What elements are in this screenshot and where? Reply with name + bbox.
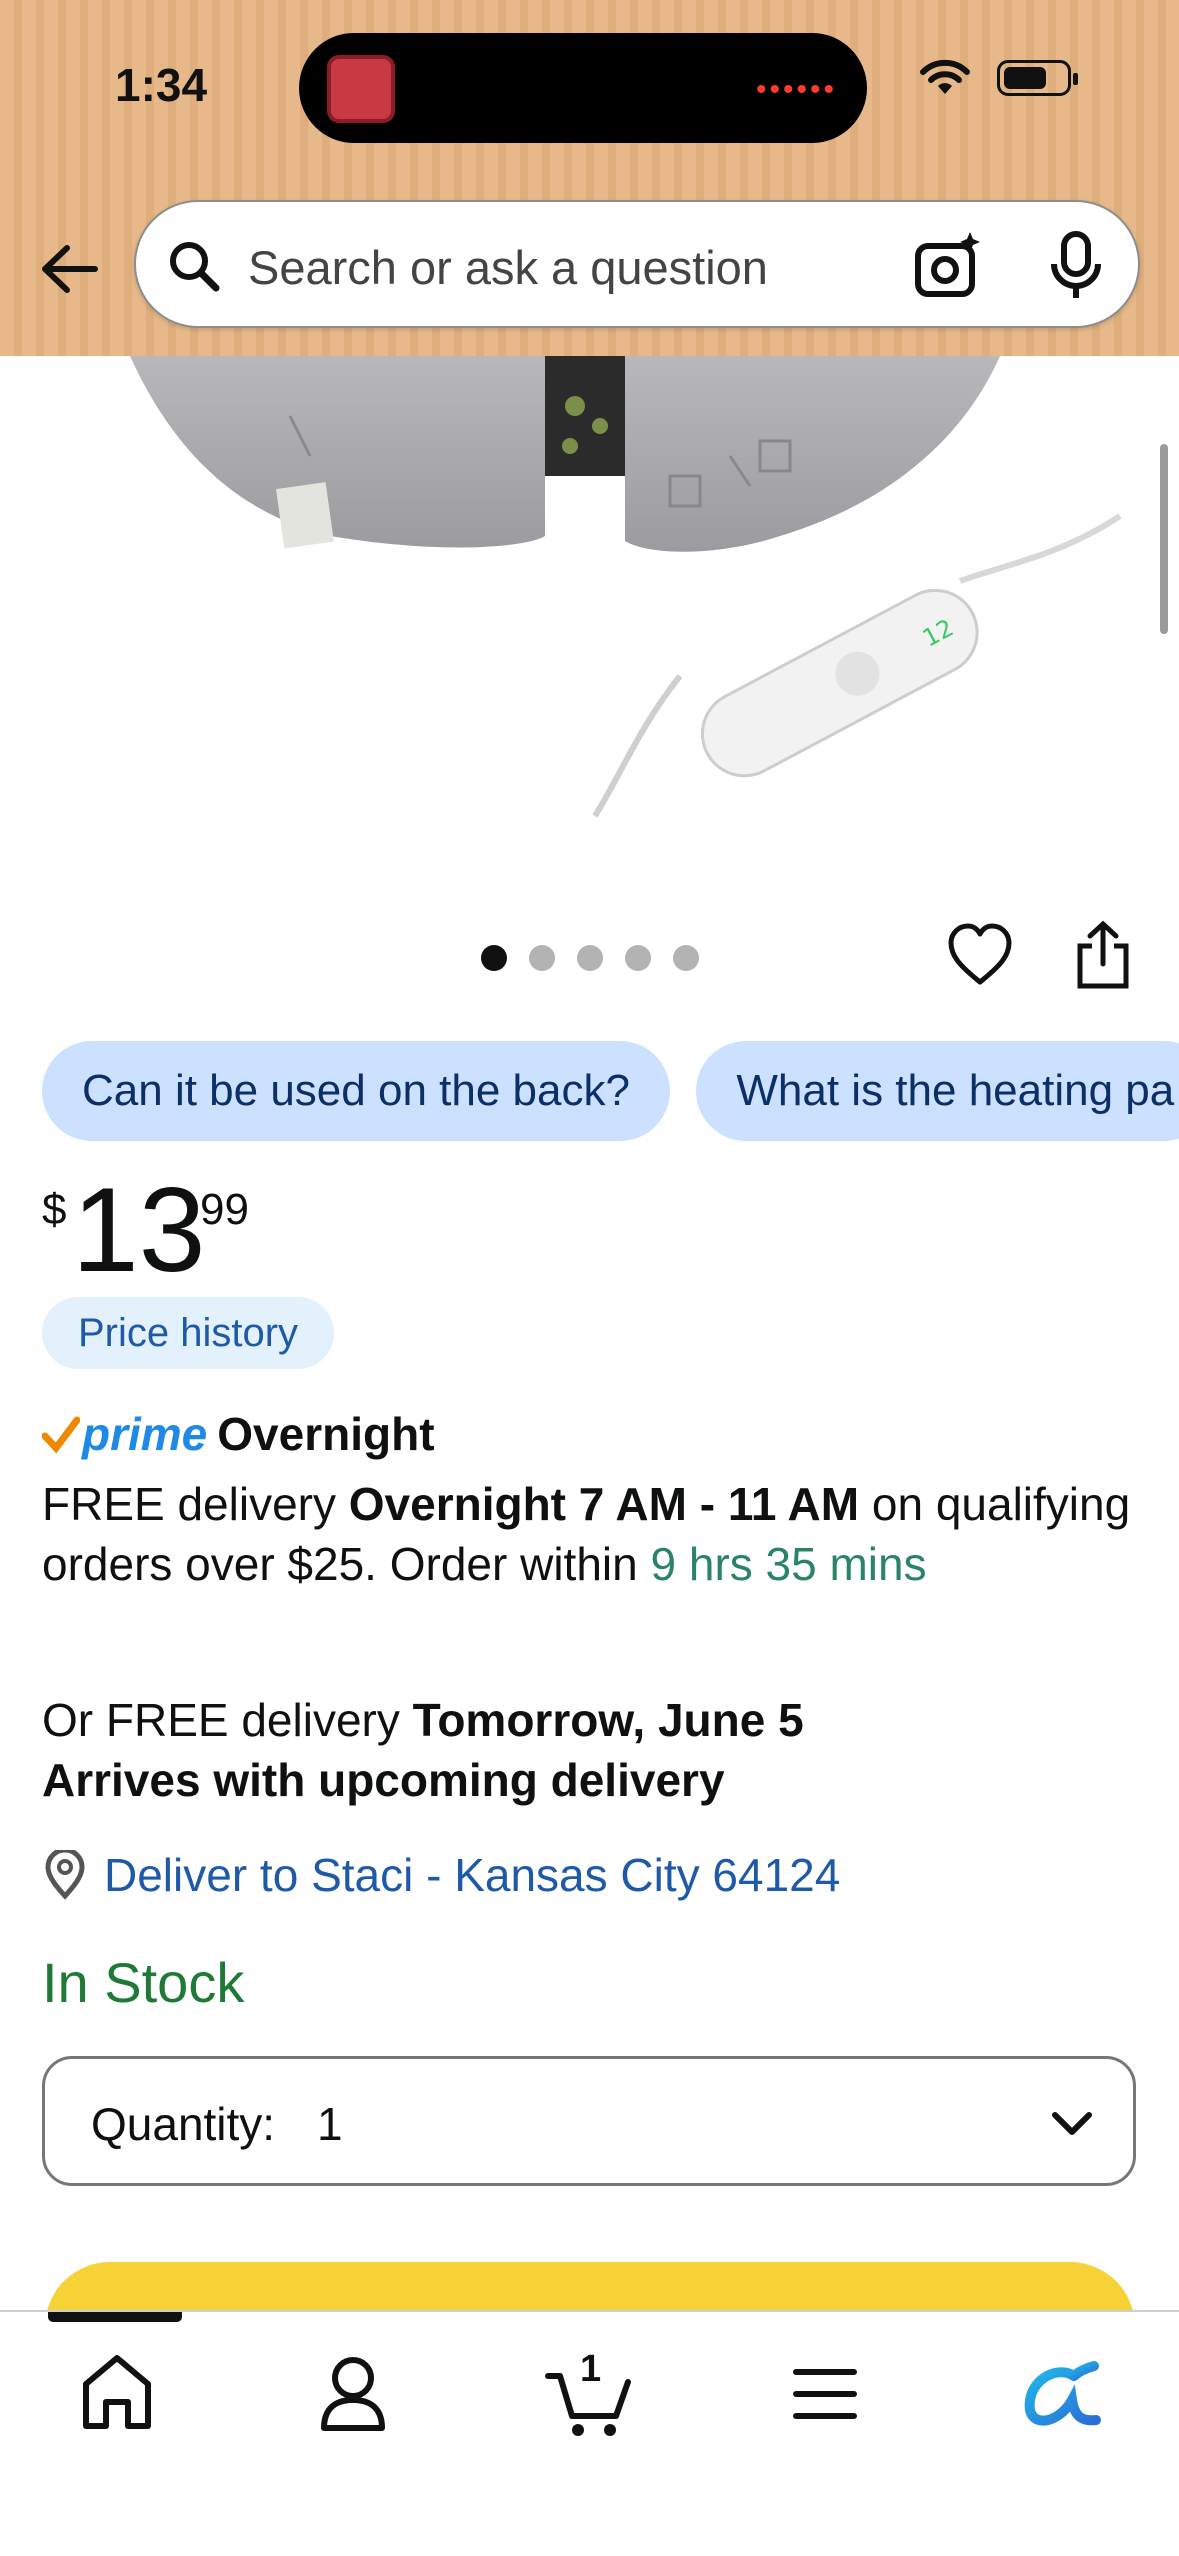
quantity-label: Quantity: xyxy=(91,2098,276,2150)
back-button[interactable] xyxy=(34,234,104,304)
rufus-icon xyxy=(1024,2361,1101,2426)
prime-check-icon xyxy=(42,1416,80,1454)
chevron-down-icon xyxy=(1052,2112,1092,2135)
account-icon xyxy=(321,2357,385,2431)
delivery-window: Overnight 7 AM - 11 AM xyxy=(348,1478,860,1530)
share-icon[interactable] xyxy=(1070,920,1136,992)
heating-pad-illustration: 12 xyxy=(130,356,1122,818)
question-chip[interactable]: What is the heating pa xyxy=(696,1041,1179,1141)
nav-home[interactable] xyxy=(72,2342,162,2442)
product-image[interactable]: 12 xyxy=(0,356,1179,876)
carousel-dot[interactable] xyxy=(529,945,555,971)
wifi-icon xyxy=(920,59,970,94)
scrollbar[interactable] xyxy=(1160,444,1168,634)
price-whole: 13 xyxy=(72,1163,206,1297)
status-icons xyxy=(919,58,1078,98)
alt-delivery-text: Or FREE delivery xyxy=(42,1694,413,1746)
carousel-dot[interactable] xyxy=(625,945,651,971)
microphone-icon[interactable] xyxy=(1046,230,1106,302)
search-bar[interactable]: Search or ask a question xyxy=(134,200,1140,328)
prime-logo-text: prime xyxy=(82,1408,208,1460)
recording-indicator-icon: •••••• xyxy=(755,73,837,106)
stock-status: In Stock xyxy=(42,1951,245,2014)
price-history-button[interactable]: Price history xyxy=(42,1297,335,1369)
status-time: 1:34 xyxy=(115,59,208,111)
nav-account[interactable] xyxy=(308,2342,398,2442)
wishlist-heart-icon[interactable] xyxy=(945,920,1015,990)
nav-cart[interactable]: 1 xyxy=(544,2342,634,2442)
quantity-selector[interactable]: Quantity: 1 xyxy=(42,2056,1136,2186)
deliver-to-link[interactable]: Deliver to Staci - Kansas City 64124 xyxy=(42,1848,840,1902)
active-tab-indicator xyxy=(48,2312,182,2322)
price-currency: $ xyxy=(42,1185,67,1234)
question-chips: Can it be used on the back? What is the … xyxy=(42,1041,1179,1141)
camera-search-icon[interactable] xyxy=(912,230,984,302)
carousel-dot[interactable] xyxy=(673,945,699,971)
nav-rufus[interactable] xyxy=(1016,2342,1106,2442)
delivery-countdown: 9 hrs 35 mins xyxy=(650,1538,927,1590)
search-icon xyxy=(170,242,220,292)
dynamic-island[interactable]: •••••• xyxy=(299,33,867,143)
back-arrow-icon xyxy=(42,245,98,293)
now-playing-thumbnail xyxy=(327,55,395,123)
alt-delivery-info: Or FREE delivery Tomorrow, June 5 Arrive… xyxy=(42,1690,1152,1810)
location-pin-icon xyxy=(45,1850,85,1900)
header: 1:34 •••••• Search or ask a question xyxy=(0,0,1179,356)
carousel-dot[interactable] xyxy=(577,945,603,971)
delivery-info: FREE delivery Overnight 7 AM - 11 AM on … xyxy=(42,1474,1152,1594)
prime-badge: prime Overnight xyxy=(42,1404,435,1464)
cart-count-badge: 1 xyxy=(580,2348,602,2390)
carousel-dot[interactable] xyxy=(481,945,507,971)
price-fraction: 99 xyxy=(200,1185,249,1234)
question-chip[interactable]: Can it be used on the back? xyxy=(42,1041,670,1141)
battery-icon xyxy=(997,60,1078,96)
search-input[interactable]: Search or ask a question xyxy=(248,240,768,295)
nav-menu[interactable] xyxy=(780,2342,870,2442)
upcoming-delivery-note: Arrives with upcoming delivery xyxy=(42,1754,725,1806)
delivery-text: FREE delivery xyxy=(42,1478,349,1530)
quantity-value: 1 xyxy=(317,2098,343,2150)
image-carousel-indicator[interactable] xyxy=(481,945,699,971)
deliver-to-address[interactable]: Deliver to Staci - Kansas City 64124 xyxy=(104,1848,840,1902)
menu-icon xyxy=(793,2369,857,2419)
home-icon xyxy=(83,2355,151,2429)
bottom-nav: 1 xyxy=(0,2310,1179,2556)
prime-overnight-label: Overnight xyxy=(217,1408,435,1460)
alt-delivery-date: Tomorrow, June 5 xyxy=(412,1694,804,1746)
